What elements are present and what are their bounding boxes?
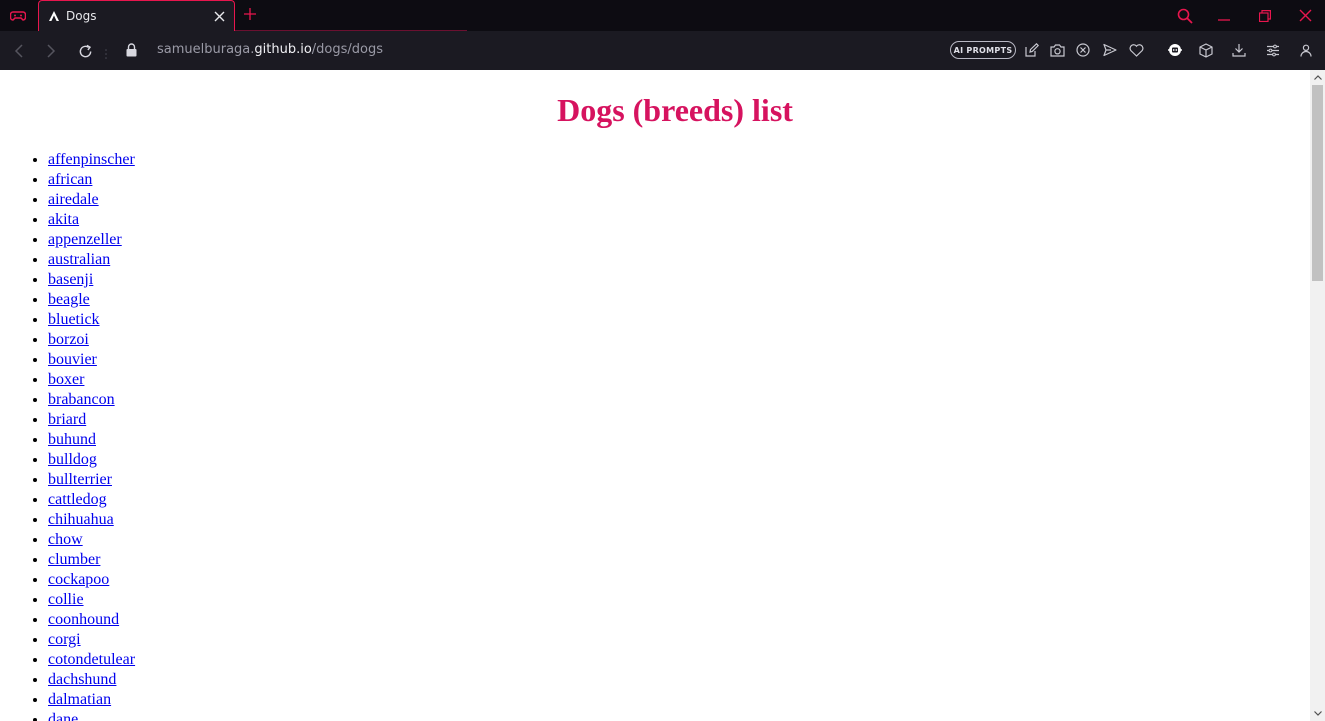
breed-link[interactable]: brabancon [48, 391, 115, 408]
breed-link[interactable]: bluetick [48, 311, 100, 328]
scroll-up-arrow-icon[interactable] [1310, 70, 1325, 85]
breed-link[interactable]: coonhound [48, 611, 119, 628]
tab-dogs[interactable]: Dogs [38, 0, 235, 31]
breed-link[interactable]: african [48, 171, 92, 188]
block-icon[interactable] [1074, 41, 1092, 59]
opera-a-icon [47, 9, 61, 23]
tab-strip: Dogs [0, 0, 1325, 31]
breed-list-item: basenji [48, 270, 135, 290]
breed-list-item: clumber [48, 550, 135, 570]
breed-list-item: cockapoo [48, 570, 135, 590]
url-path: /dogs/dogs [311, 42, 384, 57]
scroll-down-arrow-icon[interactable] [1310, 706, 1325, 721]
breed-list-item: bluetick [48, 310, 135, 330]
breed-list-item: bouvier [48, 350, 135, 370]
url-host: github.io [254, 42, 312, 57]
breed-link[interactable]: affenpinscher [48, 151, 135, 168]
minimize-icon[interactable] [1205, 0, 1243, 31]
breed-link[interactable]: bulldog [48, 451, 97, 468]
breed-list-item: airedale [48, 190, 135, 210]
back-button[interactable] [8, 40, 30, 62]
tab-title: Dogs [66, 9, 97, 23]
breed-list-item: coonhound [48, 610, 135, 630]
url-host-prefix: samuelburaga. [157, 42, 255, 57]
breed-list-item: corgi [48, 630, 135, 650]
breed-list-item: boxer [48, 370, 135, 390]
window-close-icon[interactable] [1286, 0, 1324, 31]
reload-button[interactable] [74, 40, 96, 62]
address-toolbar: samuelburaga.github.io/dogs/dogs AI PROM… [0, 31, 1325, 70]
page-title: Dogs (breeds) list [557, 92, 793, 128]
ai-prompts-button[interactable]: AI PROMPTS [950, 41, 1016, 59]
breed-list-item: chow [48, 530, 135, 550]
easy-setup-icon[interactable] [1264, 41, 1282, 59]
send-icon[interactable] [1101, 41, 1119, 59]
scrollbar-thumb[interactable] [1312, 85, 1323, 281]
page-content: Dogs (breeds) list affenpinscherafricana… [0, 70, 1310, 721]
profile-icon[interactable] [1297, 41, 1315, 59]
scrollbar[interactable] [1310, 70, 1325, 721]
breed-list-item: brabancon [48, 390, 135, 410]
breed-link[interactable]: appenzeller [48, 231, 122, 248]
breed-link[interactable]: chow [48, 531, 83, 548]
breed-list-item: buhund [48, 430, 135, 450]
forward-button[interactable] [40, 40, 62, 62]
breed-link[interactable]: cotondetulear [48, 651, 135, 668]
breed-link[interactable]: dane [48, 711, 78, 721]
breed-list-item: dalmatian [48, 690, 135, 710]
breed-link[interactable]: cockapoo [48, 571, 109, 588]
edit-icon[interactable] [1023, 41, 1041, 59]
breed-list-item: borzoi [48, 330, 135, 350]
gx-corner-icon[interactable] [0, 0, 36, 31]
breed-list-item: affenpinscher [48, 150, 135, 170]
plus-icon[interactable] [240, 4, 260, 24]
breed-link[interactable]: akita [48, 211, 79, 228]
extension-icon[interactable] [1166, 41, 1184, 59]
breed-link[interactable]: chihuahua [48, 511, 114, 528]
breed-link[interactable]: bouvier [48, 351, 97, 368]
download-icon[interactable] [1230, 41, 1248, 59]
breed-list: affenpinscher african airedale akita appenze… [48, 150, 135, 721]
breed-list-item: briard [48, 410, 135, 430]
breed-link[interactable]: beagle [48, 291, 90, 308]
breed-list-item: bullterrier [48, 470, 135, 490]
separator [105, 45, 107, 59]
restore-icon[interactable] [1246, 0, 1284, 31]
close-icon[interactable] [208, 5, 230, 27]
heart-icon[interactable] [1127, 41, 1145, 59]
breed-link[interactable]: boxer [48, 371, 84, 388]
breed-link[interactable]: dalmatian [48, 691, 111, 708]
breed-link[interactable]: australian [48, 251, 110, 268]
camera-icon[interactable] [1048, 41, 1066, 59]
breed-list-item: collie [48, 590, 135, 610]
breed-list-item: chihuahua [48, 510, 135, 530]
cube-icon[interactable] [1197, 41, 1215, 59]
breed-link[interactable]: cattledog [48, 491, 107, 508]
breed-list-item: dachshund [48, 670, 135, 690]
breed-link[interactable]: buhund [48, 431, 96, 448]
breed-list-item: african [48, 170, 135, 190]
lock-icon[interactable] [124, 42, 138, 58]
breed-list-item: bulldog [48, 450, 135, 470]
breed-list-item: appenzeller [48, 230, 135, 250]
breed-link[interactable]: dachshund [48, 671, 116, 688]
breed-link[interactable]: collie [48, 591, 84, 608]
breed-list-item: akita [48, 210, 135, 230]
breed-list-item: dane [48, 710, 135, 721]
breed-link[interactable]: corgi [48, 631, 81, 648]
address-field[interactable]: samuelburaga.github.io/dogs/dogs [157, 42, 383, 57]
breed-link[interactable]: airedale [48, 191, 99, 208]
breed-link[interactable]: bullterrier [48, 471, 112, 488]
search-icon[interactable] [1166, 0, 1204, 31]
breed-list-item: beagle [48, 290, 135, 310]
breed-list-item: cattledog [48, 490, 135, 510]
breed-link[interactable]: borzoi [48, 331, 89, 348]
breed-link[interactable]: basenji [48, 271, 93, 288]
breed-link[interactable]: clumber [48, 551, 100, 568]
breed-list-item: cotondetulear [48, 650, 135, 670]
breed-link[interactable]: briard [48, 411, 86, 428]
breed-list-item: australian [48, 250, 135, 270]
